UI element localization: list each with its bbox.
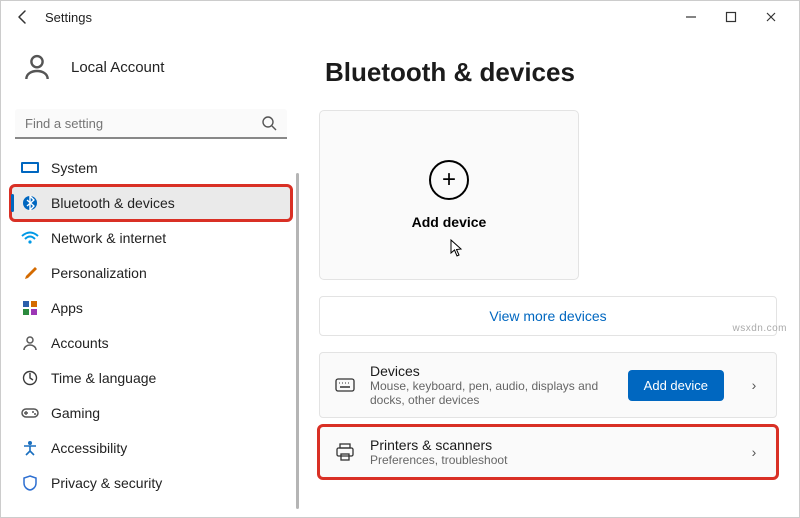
sidebar-item-system[interactable]: System (11, 151, 291, 185)
printer-icon (334, 441, 356, 463)
sidebar-item-label: Privacy & security (51, 475, 162, 491)
titlebar: Settings (1, 1, 799, 33)
sidebar-item-bluetooth[interactable]: Bluetooth & devices (11, 186, 291, 220)
search-icon (261, 115, 277, 136)
wifi-icon (21, 229, 39, 247)
sidebar-scrollbar[interactable] (296, 173, 299, 509)
search-input[interactable] (15, 109, 287, 139)
back-button[interactable] (9, 3, 37, 31)
chevron-right-icon: › (746, 377, 762, 393)
sidebar-item-gaming[interactable]: Gaming (11, 396, 291, 430)
sidebar-item-label: Network & internet (51, 230, 166, 246)
gaming-icon (21, 404, 39, 422)
sidebar-item-privacy[interactable]: Privacy & security (11, 466, 291, 500)
view-more-devices[interactable]: View more devices (319, 296, 777, 336)
settings-rows: DevicesMouse, keyboard, pen, audio, disp… (319, 352, 777, 478)
sidebar-item-apps[interactable]: Apps (11, 291, 291, 325)
row-title: Devices (370, 363, 614, 379)
sidebar-item-accounts[interactable]: Accounts (11, 326, 291, 360)
account-name: Local Account (71, 59, 164, 76)
window-title: Settings (45, 10, 92, 25)
sidebar: Local Account System Bluetooth & devices N… (1, 33, 301, 517)
sidebar-item-label: Time & language (51, 370, 156, 386)
devices-add-button[interactable]: Add device (628, 370, 724, 401)
add-device-card[interactable]: + Add device (319, 110, 579, 280)
minimize-button[interactable] (671, 3, 711, 31)
settings-window: Settings Local Account System Bluetooth &… (0, 0, 800, 518)
nav-list: System Bluetooth & devices Network & inter… (11, 151, 291, 500)
apps-icon (21, 299, 39, 317)
sidebar-item-label: Accounts (51, 335, 109, 351)
system-icon (21, 159, 39, 177)
sidebar-item-label: Bluetooth & devices (51, 195, 175, 211)
maximize-button[interactable] (711, 3, 751, 31)
sidebar-item-label: Personalization (51, 265, 147, 281)
accessibility-icon (21, 439, 39, 457)
row-texts: DevicesMouse, keyboard, pen, audio, disp… (370, 363, 614, 407)
sidebar-item-accessibility[interactable]: Accessibility (11, 431, 291, 465)
chevron-right-icon: › (746, 444, 762, 460)
sidebar-item-label: Accessibility (51, 440, 127, 456)
accounts-icon (21, 334, 39, 352)
search-box[interactable] (15, 109, 287, 139)
sidebar-item-label: Gaming (51, 405, 100, 421)
row-subtitle: Preferences, troubleshoot (370, 453, 724, 467)
view-more-label: View more devices (489, 308, 606, 324)
plus-icon: + (429, 160, 469, 200)
page-title: Bluetooth & devices (325, 57, 777, 88)
bluetooth-icon (21, 194, 39, 212)
main-pane: Bluetooth & devices + Add device View mo… (301, 33, 799, 517)
sidebar-item-label: Apps (51, 300, 83, 316)
keyboard-icon (334, 374, 356, 396)
shield-icon (21, 474, 39, 492)
row-title: Printers & scanners (370, 437, 724, 453)
add-device-label: Add device (412, 214, 487, 230)
cursor-icon (450, 239, 464, 262)
clock-globe-icon (21, 369, 39, 387)
row-subtitle: Mouse, keyboard, pen, audio, displays an… (370, 379, 614, 407)
watermark: wsxdn.com (732, 323, 787, 334)
sidebar-item-personalization[interactable]: Personalization (11, 256, 291, 290)
row-devices[interactable]: DevicesMouse, keyboard, pen, audio, disp… (319, 352, 777, 418)
row-printers[interactable]: Printers & scannersPreferences, troubles… (319, 426, 777, 478)
sidebar-item-time[interactable]: Time & language (11, 361, 291, 395)
window-controls (671, 3, 791, 31)
sidebar-item-network[interactable]: Network & internet (11, 221, 291, 255)
row-texts: Printers & scannersPreferences, troubles… (370, 437, 724, 467)
close-button[interactable] (751, 3, 791, 31)
paintbrush-icon (21, 264, 39, 282)
avatar (17, 47, 57, 87)
sidebar-item-label: System (51, 160, 98, 176)
account-block[interactable]: Local Account (11, 37, 291, 105)
